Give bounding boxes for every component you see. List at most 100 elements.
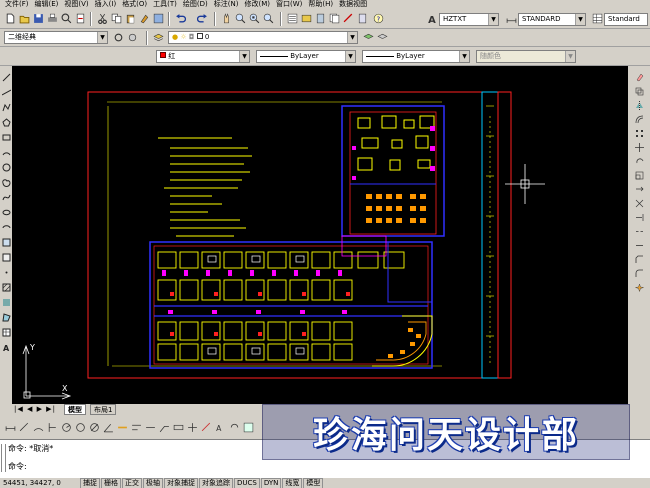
polar-toggle[interactable]: 极轴 xyxy=(143,477,163,488)
make-block-icon[interactable] xyxy=(1,252,11,262)
table-style-select[interactable]: Standard xyxy=(604,13,648,26)
tab-model[interactable]: 模型 xyxy=(64,404,86,415)
tolerance-icon[interactable] xyxy=(172,421,185,434)
offset-tool-icon[interactable] xyxy=(634,114,644,124)
gradient-tool-icon[interactable] xyxy=(1,297,11,307)
dim-style-select[interactable]: STANDARD ▼ xyxy=(518,13,586,26)
command-grip[interactable] xyxy=(1,444,6,472)
menu-insert[interactable]: 插入(I) xyxy=(92,0,120,9)
quick-dimension-icon[interactable] xyxy=(116,421,129,434)
menu-file[interactable]: 文件(F) xyxy=(2,0,32,9)
menu-modify[interactable]: 修改(M) xyxy=(241,0,273,9)
menu-data-view[interactable]: 数据视图 xyxy=(336,0,370,9)
diameter-dimension-icon[interactable] xyxy=(88,421,101,434)
publish-icon[interactable] xyxy=(74,12,87,25)
rectangle-tool-icon[interactable] xyxy=(1,132,11,142)
quickcalc-icon[interactable] xyxy=(356,12,369,25)
menu-format[interactable]: 格式(O) xyxy=(119,0,150,9)
linetype-select[interactable]: ByLayer ▼ xyxy=(256,50,356,63)
plot-preview-icon[interactable] xyxy=(60,12,73,25)
arc-length-icon[interactable] xyxy=(32,421,45,434)
properties-icon[interactable] xyxy=(286,12,299,25)
tool-palettes-icon[interactable] xyxy=(314,12,327,25)
help-icon[interactable]: ? xyxy=(372,12,385,25)
layer-select[interactable]: ● ☼ ◘ 0 ▼ xyxy=(168,31,358,44)
jogged-dimension-icon[interactable] xyxy=(74,421,87,434)
array-tool-icon[interactable] xyxy=(634,128,644,138)
polygon-tool-icon[interactable] xyxy=(1,117,11,127)
multiline-text-icon[interactable]: A xyxy=(1,342,11,352)
lineweight-select[interactable]: ByLayer ▼ xyxy=(362,50,470,63)
line-tool-icon[interactable] xyxy=(1,72,11,82)
make-layer-current-icon[interactable] xyxy=(362,31,375,44)
table-tool-icon[interactable] xyxy=(1,327,11,337)
layer-previous-icon[interactable] xyxy=(376,31,389,44)
trim-tool-icon[interactable] xyxy=(634,198,644,208)
snap-toggle[interactable]: 捕捉 xyxy=(80,477,100,488)
cut-icon[interactable] xyxy=(96,12,109,25)
break-tool-icon[interactable] xyxy=(634,226,644,236)
erase-tool-icon[interactable] xyxy=(634,72,644,82)
dimension-style-icon[interactable] xyxy=(242,421,255,434)
move-tool-icon[interactable] xyxy=(634,142,644,152)
tab-layout1[interactable]: 布局1 xyxy=(90,404,117,415)
mirror-tool-icon[interactable] xyxy=(634,100,644,110)
sheet-set-icon[interactable] xyxy=(328,12,341,25)
revision-cloud-icon[interactable] xyxy=(1,177,11,187)
zoom-realtime-icon[interactable] xyxy=(234,12,247,25)
dimension-text-edit-icon[interactable]: A xyxy=(214,421,227,434)
menu-view[interactable]: 视图(V) xyxy=(61,0,91,9)
open-file-icon[interactable] xyxy=(18,12,31,25)
new-file-icon[interactable] xyxy=(4,12,17,25)
layer-properties-icon[interactable] xyxy=(152,31,165,44)
center-mark-icon[interactable] xyxy=(186,421,199,434)
text-style-select[interactable]: HZTXT ▼ xyxy=(439,13,499,26)
save-icon[interactable] xyxy=(32,12,45,25)
ellipse-tool-icon[interactable] xyxy=(1,207,11,217)
chamfer-tool-icon[interactable] xyxy=(634,254,644,264)
menu-dimension[interactable]: 标注(N) xyxy=(211,0,242,9)
polyline-tool-icon[interactable] xyxy=(1,102,11,112)
radius-dimension-icon[interactable] xyxy=(60,421,73,434)
plotstyle-select[interactable]: 随颜色 ▼ xyxy=(476,50,576,63)
point-tool-icon[interactable] xyxy=(1,267,11,277)
copy-icon[interactable] xyxy=(110,12,123,25)
zoom-previous-icon[interactable] xyxy=(262,12,275,25)
pan-icon[interactable] xyxy=(220,12,233,25)
insert-block-icon[interactable] xyxy=(1,237,11,247)
dimension-update-icon[interactable] xyxy=(228,421,241,434)
redo-icon[interactable] xyxy=(196,12,209,25)
color-select[interactable]: 红 ▼ xyxy=(156,50,250,63)
osnap-toggle[interactable]: 对象捕捉 xyxy=(164,477,198,488)
menu-tools[interactable]: 工具(T) xyxy=(150,0,180,9)
match-properties-icon[interactable] xyxy=(138,12,151,25)
ellipse-arc-icon[interactable] xyxy=(1,222,11,232)
join-tool-icon[interactable] xyxy=(634,240,644,250)
region-tool-icon[interactable] xyxy=(1,312,11,322)
workspace-select[interactable]: 二维经典 ▼ xyxy=(4,31,108,44)
design-center-icon[interactable] xyxy=(300,12,313,25)
spline-tool-icon[interactable] xyxy=(1,192,11,202)
dimension-edit-icon[interactable] xyxy=(200,421,213,434)
model-toggle[interactable]: 模型 xyxy=(303,477,324,488)
print-icon[interactable] xyxy=(46,12,59,25)
paste-icon[interactable] xyxy=(124,12,137,25)
undo-icon[interactable] xyxy=(174,12,187,25)
ordinate-dimension-icon[interactable] xyxy=(46,421,59,434)
extend-tool-icon[interactable] xyxy=(634,212,644,222)
continue-dimension-icon[interactable] xyxy=(144,421,157,434)
zoom-window-icon[interactable] xyxy=(248,12,261,25)
menu-help[interactable]: 帮助(H) xyxy=(305,0,336,9)
fillet-tool-icon[interactable] xyxy=(634,268,644,278)
lineweight-toggle[interactable]: 线宽 xyxy=(282,477,303,488)
copy-object-icon[interactable] xyxy=(634,86,644,96)
ortho-toggle[interactable]: 正交 xyxy=(122,477,142,488)
arc-tool-icon[interactable] xyxy=(1,147,11,157)
workspace-gear-icon[interactable] xyxy=(126,31,139,44)
aligned-dimension-icon[interactable] xyxy=(18,421,31,434)
rotate-tool-icon[interactable] xyxy=(634,156,644,166)
tab-navigation-arrows-icon[interactable]: |◀ ◀ ▶ ▶| xyxy=(14,405,56,413)
markup-icon[interactable] xyxy=(342,12,355,25)
menu-window[interactable]: 窗口(W) xyxy=(273,0,305,9)
grid-toggle[interactable]: 栅格 xyxy=(101,477,121,488)
